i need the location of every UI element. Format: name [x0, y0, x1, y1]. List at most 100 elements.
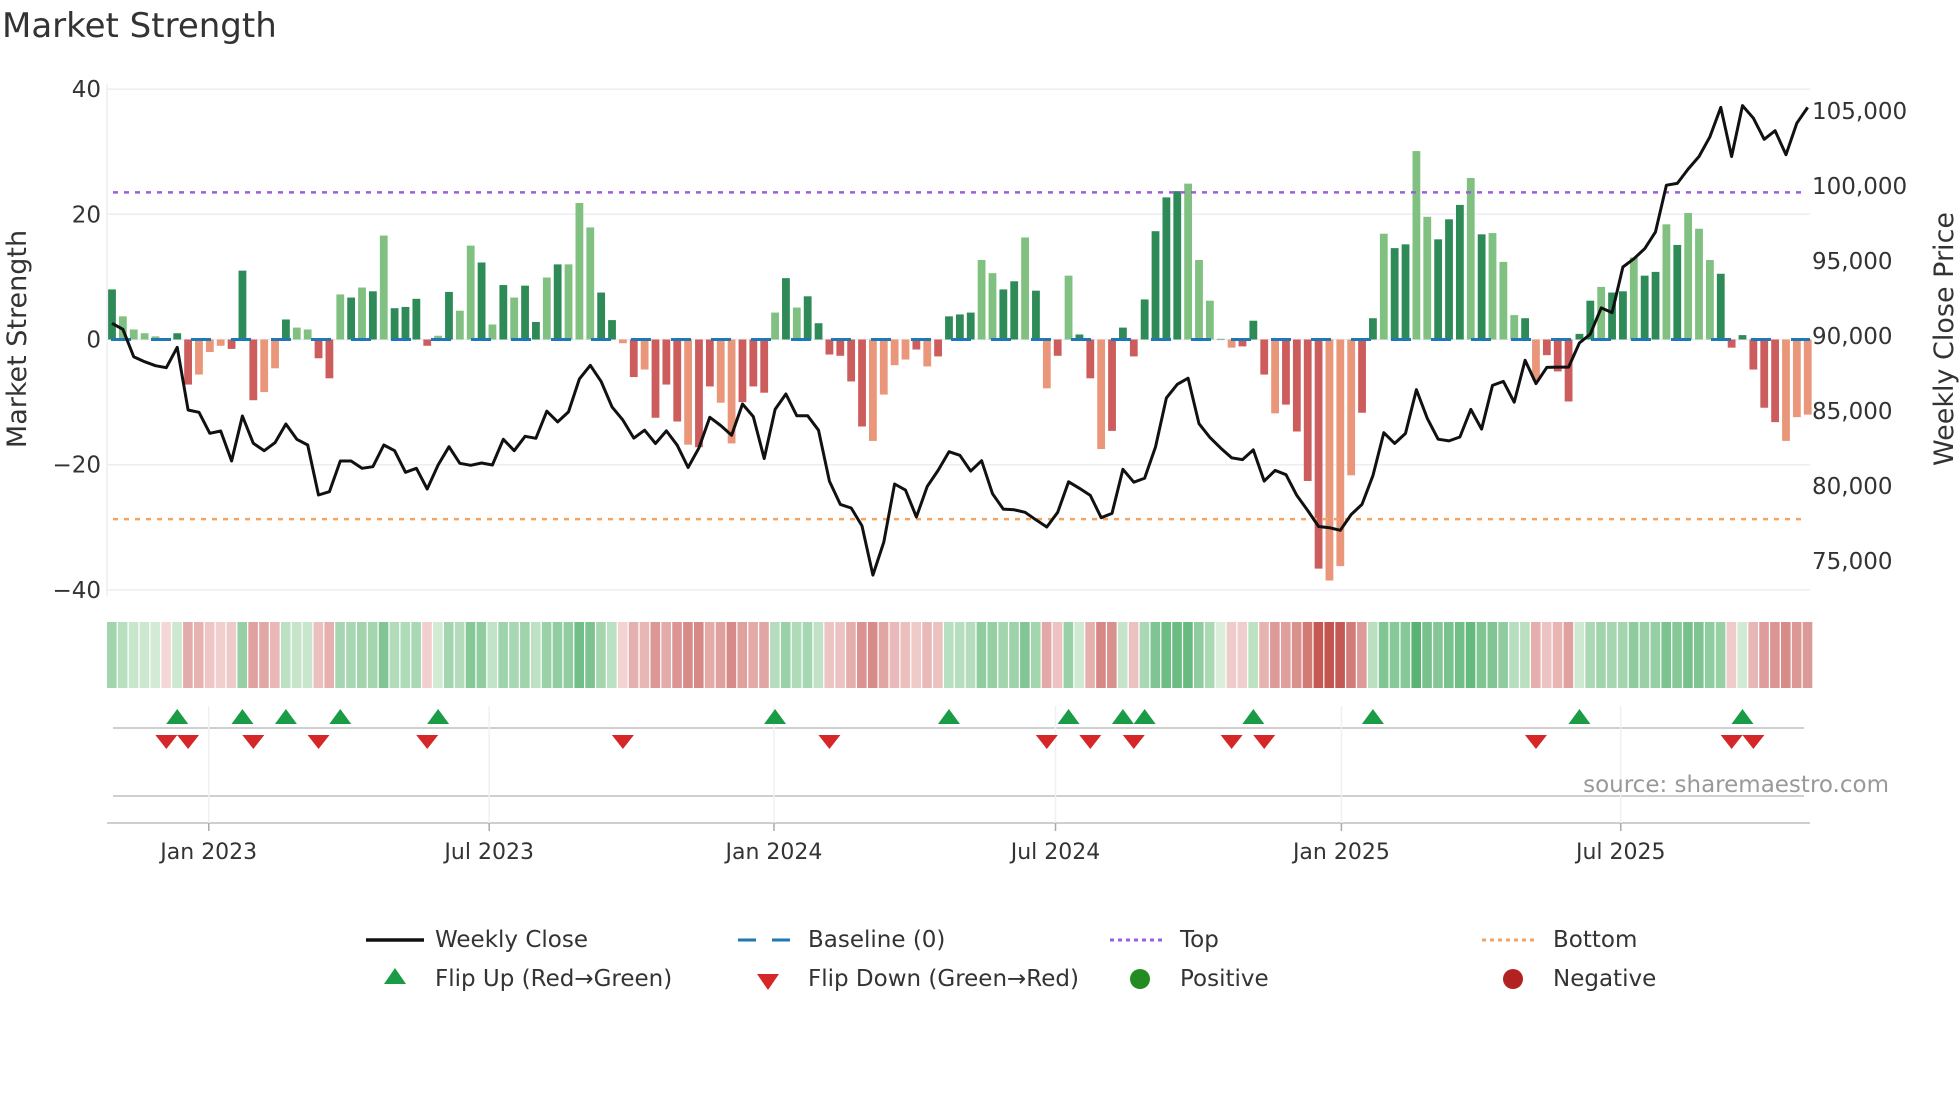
- flip-down-marker: [1035, 735, 1058, 749]
- y2-tick-label: 100,000: [1812, 174, 1907, 200]
- strength-heat-cell: [715, 622, 726, 688]
- flip-up-marker: [427, 709, 450, 724]
- strength-bar: [314, 339, 323, 359]
- strength-bar: [1662, 224, 1671, 340]
- strength-heat-cell: [1770, 622, 1780, 688]
- strength-heat-cell: [1172, 622, 1182, 688]
- strength-heat-cell: [683, 622, 693, 688]
- strength-bar: [618, 339, 627, 344]
- y2-tick-label: 105,000: [1812, 99, 1907, 125]
- strength-heat-cell: [911, 622, 921, 688]
- strength-bar: [1195, 259, 1203, 340]
- strength-bar: [129, 329, 138, 340]
- strength-heat-cell: [1759, 622, 1769, 688]
- strength-heat-cell: [639, 622, 650, 688]
- strength-bar: [792, 307, 801, 340]
- strength-bar: [564, 264, 573, 340]
- strength-bar: [1792, 339, 1801, 418]
- flip-up-marker: [1361, 709, 1384, 724]
- strength-heat-cell: [1585, 622, 1595, 688]
- strength-heat-cell: [1052, 622, 1063, 688]
- strength-bar: [412, 298, 421, 340]
- strength-heat-cell: [628, 622, 639, 688]
- strength-bar: [499, 285, 508, 340]
- flip-down-marker: [1079, 735, 1102, 749]
- strength-heat-cell: [302, 622, 313, 688]
- strength-heat-cell: [563, 622, 574, 688]
- strength-heat-cell: [1128, 622, 1139, 688]
- strength-heat-cell: [857, 622, 867, 688]
- strength-bar: [1542, 339, 1551, 356]
- strength-heat-cell: [215, 622, 226, 688]
- strength-bar: [1314, 339, 1323, 569]
- strength-bar: [336, 294, 345, 340]
- strength-heat-cell: [1270, 622, 1280, 688]
- strength-heat-cell: [1694, 622, 1704, 688]
- strength-bar: [869, 339, 877, 441]
- strength-bar: [836, 339, 845, 356]
- strength-heat-cell: [1661, 622, 1672, 688]
- y2-tick-label: 95,000: [1812, 249, 1892, 275]
- strength-heat-cell: [1074, 622, 1085, 688]
- strength-heat-cell: [454, 622, 465, 688]
- strength-bar: [1564, 339, 1573, 402]
- strength-bar: [1651, 271, 1660, 340]
- strength-bar: [1782, 339, 1790, 441]
- strength-heat-cell: [193, 622, 204, 688]
- strength-heat-cell: [172, 622, 182, 688]
- strength-bar: [238, 270, 247, 340]
- strength-heat-cell: [1248, 622, 1258, 688]
- strength-heat-cell: [1367, 622, 1378, 688]
- strength-bar: [1108, 339, 1116, 431]
- strength-bar: [510, 297, 519, 340]
- strength-bar: [575, 203, 584, 340]
- strength-heat-cell: [389, 622, 400, 688]
- strength-heat-cell: [1291, 622, 1302, 688]
- strength-bar: [1358, 339, 1366, 413]
- strength-heat-cell: [791, 622, 802, 688]
- strength-bar: [488, 324, 497, 340]
- strength-bar: [1271, 339, 1279, 414]
- strength-heat-cell: [1737, 622, 1748, 688]
- strength-bar: [1390, 248, 1399, 340]
- strength-heat-cell: [476, 622, 487, 688]
- strength-heat-cell: [520, 622, 530, 688]
- strength-heat-cell: [1726, 622, 1737, 688]
- strength-heat-cell: [1335, 622, 1345, 688]
- strength-bar: [140, 333, 149, 340]
- strength-bar: [1575, 333, 1584, 340]
- x-tick-label: Jan 2025: [1291, 840, 1390, 865]
- strength-bar: [738, 339, 747, 403]
- flip-up-marker: [274, 709, 297, 724]
- strength-heat-cell: [1596, 622, 1606, 688]
- strength-heat-cell: [596, 622, 606, 688]
- strength-heat-cell: [1628, 622, 1639, 688]
- strength-heat-cell: [607, 622, 617, 688]
- flip-down-marker: [307, 735, 330, 749]
- strength-bar: [553, 264, 562, 340]
- strength-bar: [1086, 339, 1095, 379]
- strength-heat-cell: [237, 622, 248, 688]
- strength-bar: [1477, 234, 1486, 340]
- strength-bar: [1282, 339, 1290, 405]
- strength-bar: [673, 339, 682, 422]
- strength-bar: [825, 339, 834, 355]
- flip-down-marker: [818, 735, 841, 749]
- strength-heat-cell: [1411, 622, 1421, 688]
- strength-bar: [760, 339, 769, 393]
- y2-tick-label: 90,000: [1812, 324, 1892, 350]
- strength-bar: [1379, 233, 1388, 340]
- strength-heat-cell: [422, 622, 432, 688]
- strength-bar: [923, 339, 932, 367]
- strength-bar: [1803, 339, 1812, 415]
- strength-heat-cell: [900, 622, 911, 688]
- flip-up-marker: [1242, 709, 1265, 724]
- strength-heat-cell: [128, 622, 139, 688]
- strength-heat-cell: [270, 622, 280, 688]
- strength-bar: [901, 339, 910, 360]
- strength-heat-cell: [1791, 622, 1802, 688]
- strength-bar: [1705, 259, 1714, 340]
- strength-heat-cell: [443, 622, 454, 688]
- strength-bar: [1325, 339, 1334, 581]
- strength-heat-cell: [1552, 622, 1563, 688]
